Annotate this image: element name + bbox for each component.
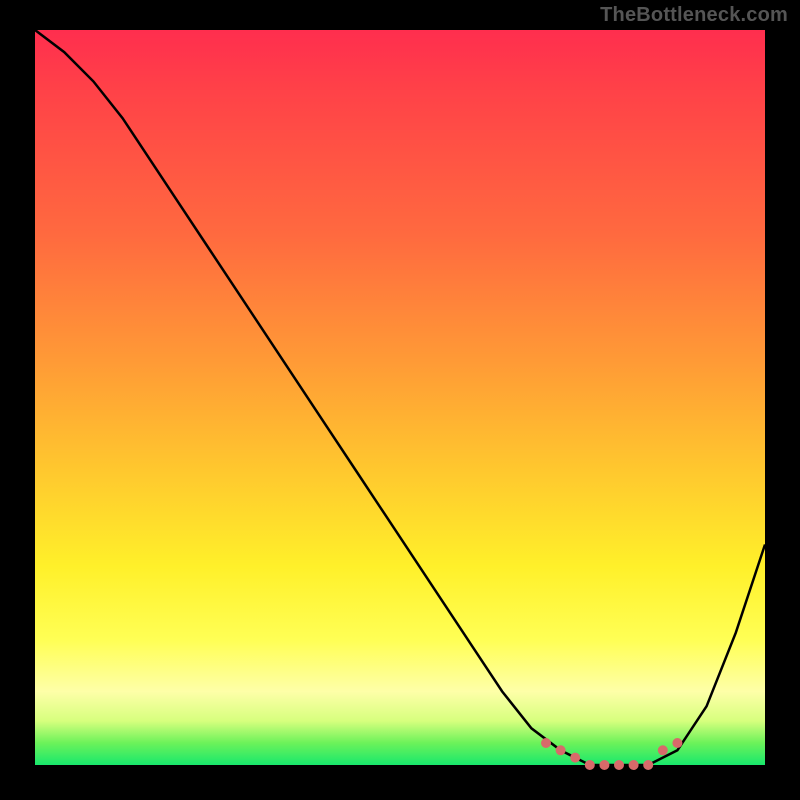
watermark-text: TheBottleneck.com [600,4,788,27]
marker-dot [599,760,609,770]
marker-dot [672,738,682,748]
bottleneck-curve [35,30,765,765]
marker-dot [570,753,580,763]
curve-svg [35,30,765,765]
chart-frame: TheBottleneck.com [0,0,800,800]
plot-area [35,30,765,765]
marker-dot [614,760,624,770]
marker-dot [541,738,551,748]
marker-dot [658,745,668,755]
marker-dot [585,760,595,770]
marker-dot [629,760,639,770]
marker-dot [643,760,653,770]
marker-dot [556,745,566,755]
